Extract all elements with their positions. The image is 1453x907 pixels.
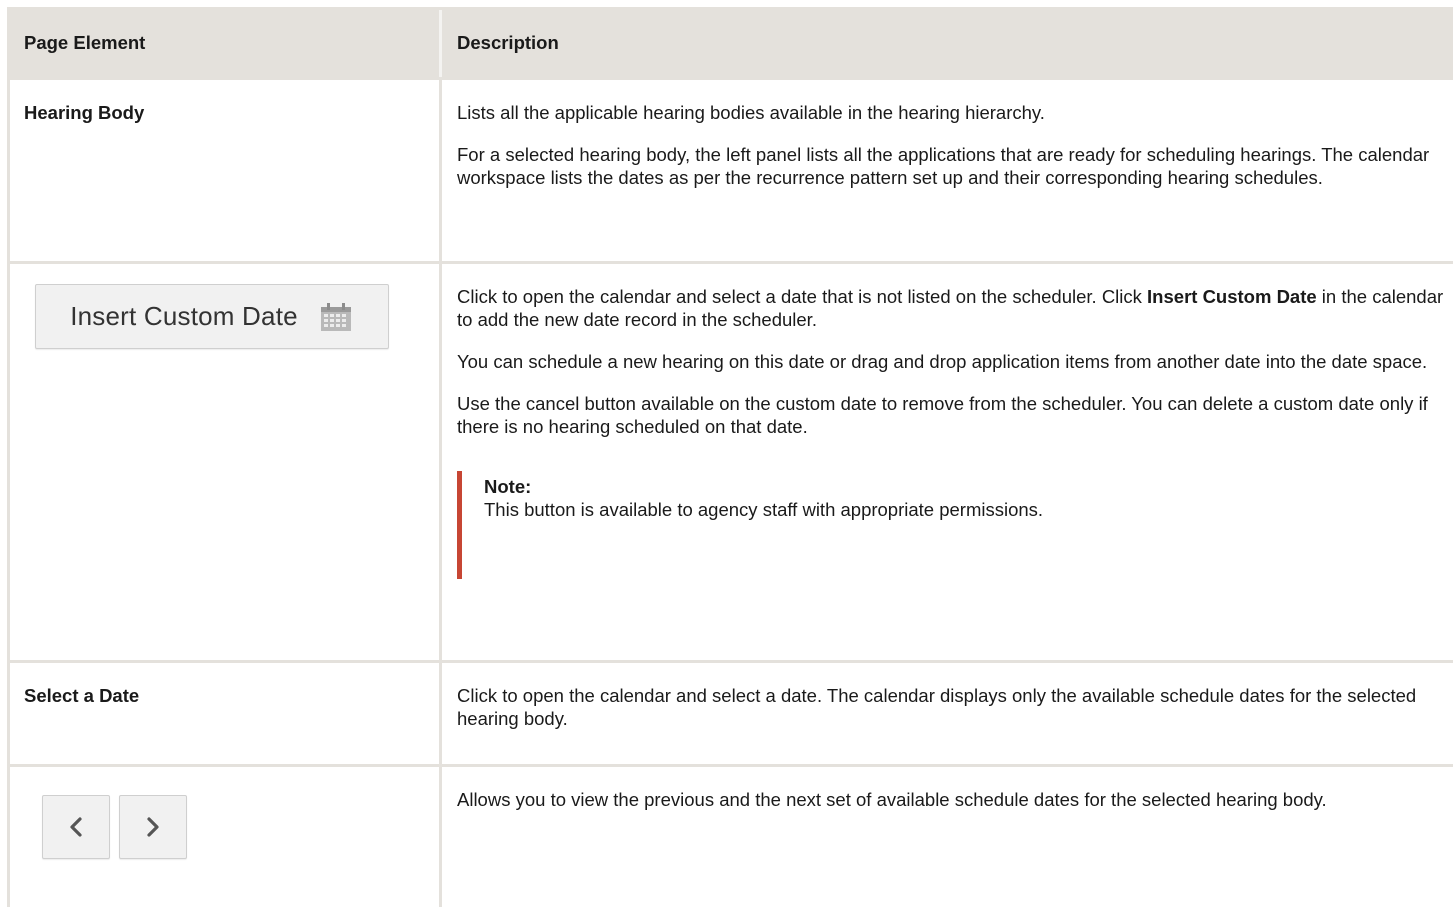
description-paragraph: Allows you to view the previous and the … <box>457 789 1327 810</box>
description-paragraph: Use the cancel button available on the c… <box>457 393 1428 437</box>
page-element-table: Page Element Description Hearing Body Li… <box>7 7 1453 907</box>
description-hearing-body: Lists all the applicable hearing bodies … <box>442 80 1453 261</box>
note-callout: Note: This button is available to agency… <box>457 471 1453 579</box>
chevron-left-icon <box>70 817 82 837</box>
text-run: Click to open the calendar and select a … <box>457 286 1148 307</box>
element-hearing-body: Hearing Body <box>10 80 442 261</box>
calendar-icon <box>320 302 351 331</box>
next-dates-button[interactable] <box>119 795 187 859</box>
description-navigation: Allows you to view the previous and the … <box>442 767 1453 907</box>
description-select-a-date: Click to open the calendar and select a … <box>442 663 1453 764</box>
table-row-select-a-date: Select a Date Click to open the calendar… <box>10 663 1453 767</box>
note-text: This button is available to agency staff… <box>484 499 1044 520</box>
insert-custom-date-label: Insert Custom Date <box>70 301 298 331</box>
description-insert-custom-date: Click to open the calendar and select a … <box>442 264 1453 660</box>
description-paragraph: You can schedule a new hearing on this d… <box>457 351 1428 372</box>
description-paragraph: Click to open the calendar and select a … <box>457 685 1417 729</box>
bold-term: Insert Custom Date <box>1147 286 1317 307</box>
note-title: Note: <box>484 476 532 497</box>
header-page-element: Page Element <box>10 10 442 77</box>
table-header-row: Page Element Description <box>10 10 1453 80</box>
insert-custom-date-button[interactable]: Insert Custom Date <box>35 284 389 349</box>
previous-dates-button[interactable] <box>42 795 110 859</box>
description-paragraph: Click to open the calendar and select a … <box>457 285 1453 331</box>
element-select-a-date: Select a Date <box>10 663 442 764</box>
table-row-navigation: Allows you to view the previous and the … <box>10 767 1453 907</box>
chevron-right-icon <box>147 817 159 837</box>
description-paragraph: Lists all the applicable hearing bodies … <box>457 102 1045 123</box>
table-row-hearing-body: Hearing Body Lists all the applicable he… <box>10 80 1453 264</box>
description-paragraph: For a selected hearing body, the left pa… <box>457 144 1430 188</box>
header-description: Description <box>457 32 559 53</box>
